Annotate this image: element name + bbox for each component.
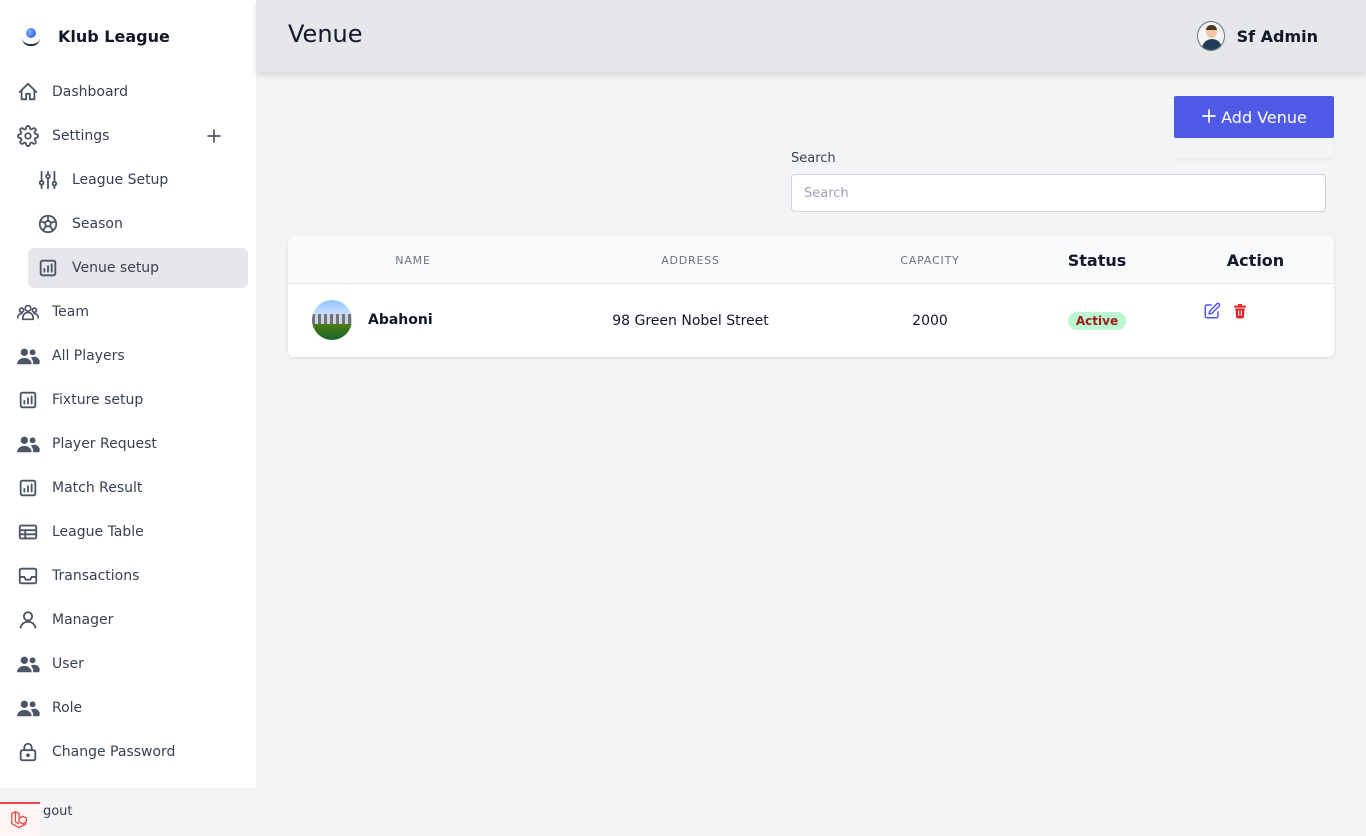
bar-chart-icon (16, 476, 40, 500)
team-icon (16, 300, 40, 324)
sidebar-item-dashboard[interactable]: Dashboard (16, 72, 248, 112)
column-header-name: Name (395, 253, 431, 267)
logout-text: Logout (42, 804, 73, 819)
sidebar: Klub League Dashboard Settings League Se… (0, 0, 256, 788)
sidebar-item-label: All Players (52, 348, 125, 364)
sidebar-item-label: Manager (52, 612, 114, 628)
home-icon (16, 80, 40, 104)
sidebar-item-label: Dashboard (52, 84, 128, 100)
sidebar-item-label: League Table (52, 524, 144, 540)
venue-capacity: 2000 (912, 312, 948, 329)
table-row: Abahoni 98 Green Nobel Street 2000 Activ… (288, 284, 1334, 357)
sidebar-item-label: User (52, 656, 84, 672)
delete-icon[interactable] (1230, 300, 1250, 322)
sidebar-item-league-table[interactable]: League Table (16, 512, 248, 552)
sidebar-item-season[interactable]: Season (28, 204, 248, 244)
sidebar-item-league-setup[interactable]: League Setup (28, 160, 248, 200)
sliders-icon (36, 168, 60, 192)
add-venue-button[interactable]: Add Venue (1174, 96, 1334, 138)
sidebar-item-role[interactable]: Role (16, 688, 248, 728)
sidebar-item-transactions[interactable]: Transactions (16, 556, 248, 596)
brand-name: Klub League (58, 26, 170, 46)
users-icon (16, 432, 40, 456)
sidebar-item-venue-setup[interactable]: Venue setup (28, 248, 248, 288)
page-title: Venue (288, 20, 363, 48)
expand-plus-icon[interactable] (202, 124, 226, 148)
sidebar-item-team[interactable]: Team (16, 292, 248, 332)
bar-chart-icon (16, 388, 40, 412)
sidebar-item-label: League Setup (72, 172, 169, 188)
avatar (1196, 21, 1225, 51)
column-header-address: Address (661, 253, 720, 267)
user-menu[interactable]: Sf Admin (1196, 20, 1318, 52)
sidebar-item-label: Role (52, 700, 83, 716)
sidebar-item-label: Season (72, 216, 123, 232)
column-header-capacity: Capacity (900, 253, 960, 267)
sidebar-item-match-result[interactable]: Match Result (16, 468, 248, 508)
users-icon (16, 344, 40, 368)
plus-icon (1201, 107, 1217, 127)
venue-name: Abahoni (368, 312, 433, 328)
lock-icon (16, 740, 40, 764)
sidebar-item-label: Team (52, 304, 90, 320)
venue-table: Name Address Capacity Status Action Abah… (288, 236, 1334, 357)
sidebar-item-label: Settings (52, 128, 110, 144)
status-badge: Active (1067, 311, 1127, 330)
users-icon (16, 696, 40, 720)
sidebar-item-fixture-setup[interactable]: Fixture setup (16, 380, 248, 420)
users-icon (16, 652, 40, 676)
sidebar-item-user[interactable]: User (16, 644, 248, 684)
sidebar-item-label: Fixture setup (52, 392, 144, 408)
brand[interactable]: Klub League (18, 20, 170, 52)
sidebar-item-all-players[interactable]: All Players (16, 336, 248, 376)
sidebar-item-label: Transactions (52, 568, 140, 584)
brand-logo-icon (18, 22, 46, 50)
add-button-shadow (1174, 138, 1334, 158)
user-icon (16, 608, 40, 632)
status-cell: Active (1038, 284, 1156, 357)
gear-icon (16, 124, 40, 148)
row-actions (1202, 300, 1258, 322)
search-label: Search (791, 151, 836, 166)
sidebar-item-label: Player Request (52, 436, 157, 452)
column-header-status: Status (1067, 250, 1127, 270)
table-icon (16, 520, 40, 544)
sidebar-item-label: Venue setup (72, 260, 160, 276)
table-header: Name Address Capacity Status Action (288, 236, 1334, 284)
sidebar-item-player-request[interactable]: Player Request (16, 424, 248, 464)
logout-label[interactable]: Logout (42, 804, 82, 819)
user-name: Sf Admin (1236, 26, 1318, 46)
sidebar-item-label: Match Result (52, 480, 143, 496)
add-venue-label: Add Venue (1221, 107, 1307, 127)
soccer-ball-icon (36, 212, 60, 236)
sidebar-item-label: Change Password (52, 744, 176, 760)
venue-address: 98 Green Nobel Street (612, 312, 769, 329)
laravel-icon (8, 808, 32, 834)
search-input[interactable] (791, 174, 1326, 212)
column-header-action: Action (1226, 250, 1285, 270)
inbox-icon (16, 564, 40, 588)
bar-chart-icon (36, 256, 60, 280)
sidebar-item-settings[interactable]: Settings (16, 116, 248, 156)
edit-icon[interactable] (1202, 300, 1222, 322)
sidebar-item-change-password[interactable]: Change Password (16, 732, 248, 772)
top-header: Venue Sf Admin (256, 0, 1366, 72)
sidebar-item-manager[interactable]: Manager (16, 600, 248, 640)
venue-image (312, 300, 352, 340)
